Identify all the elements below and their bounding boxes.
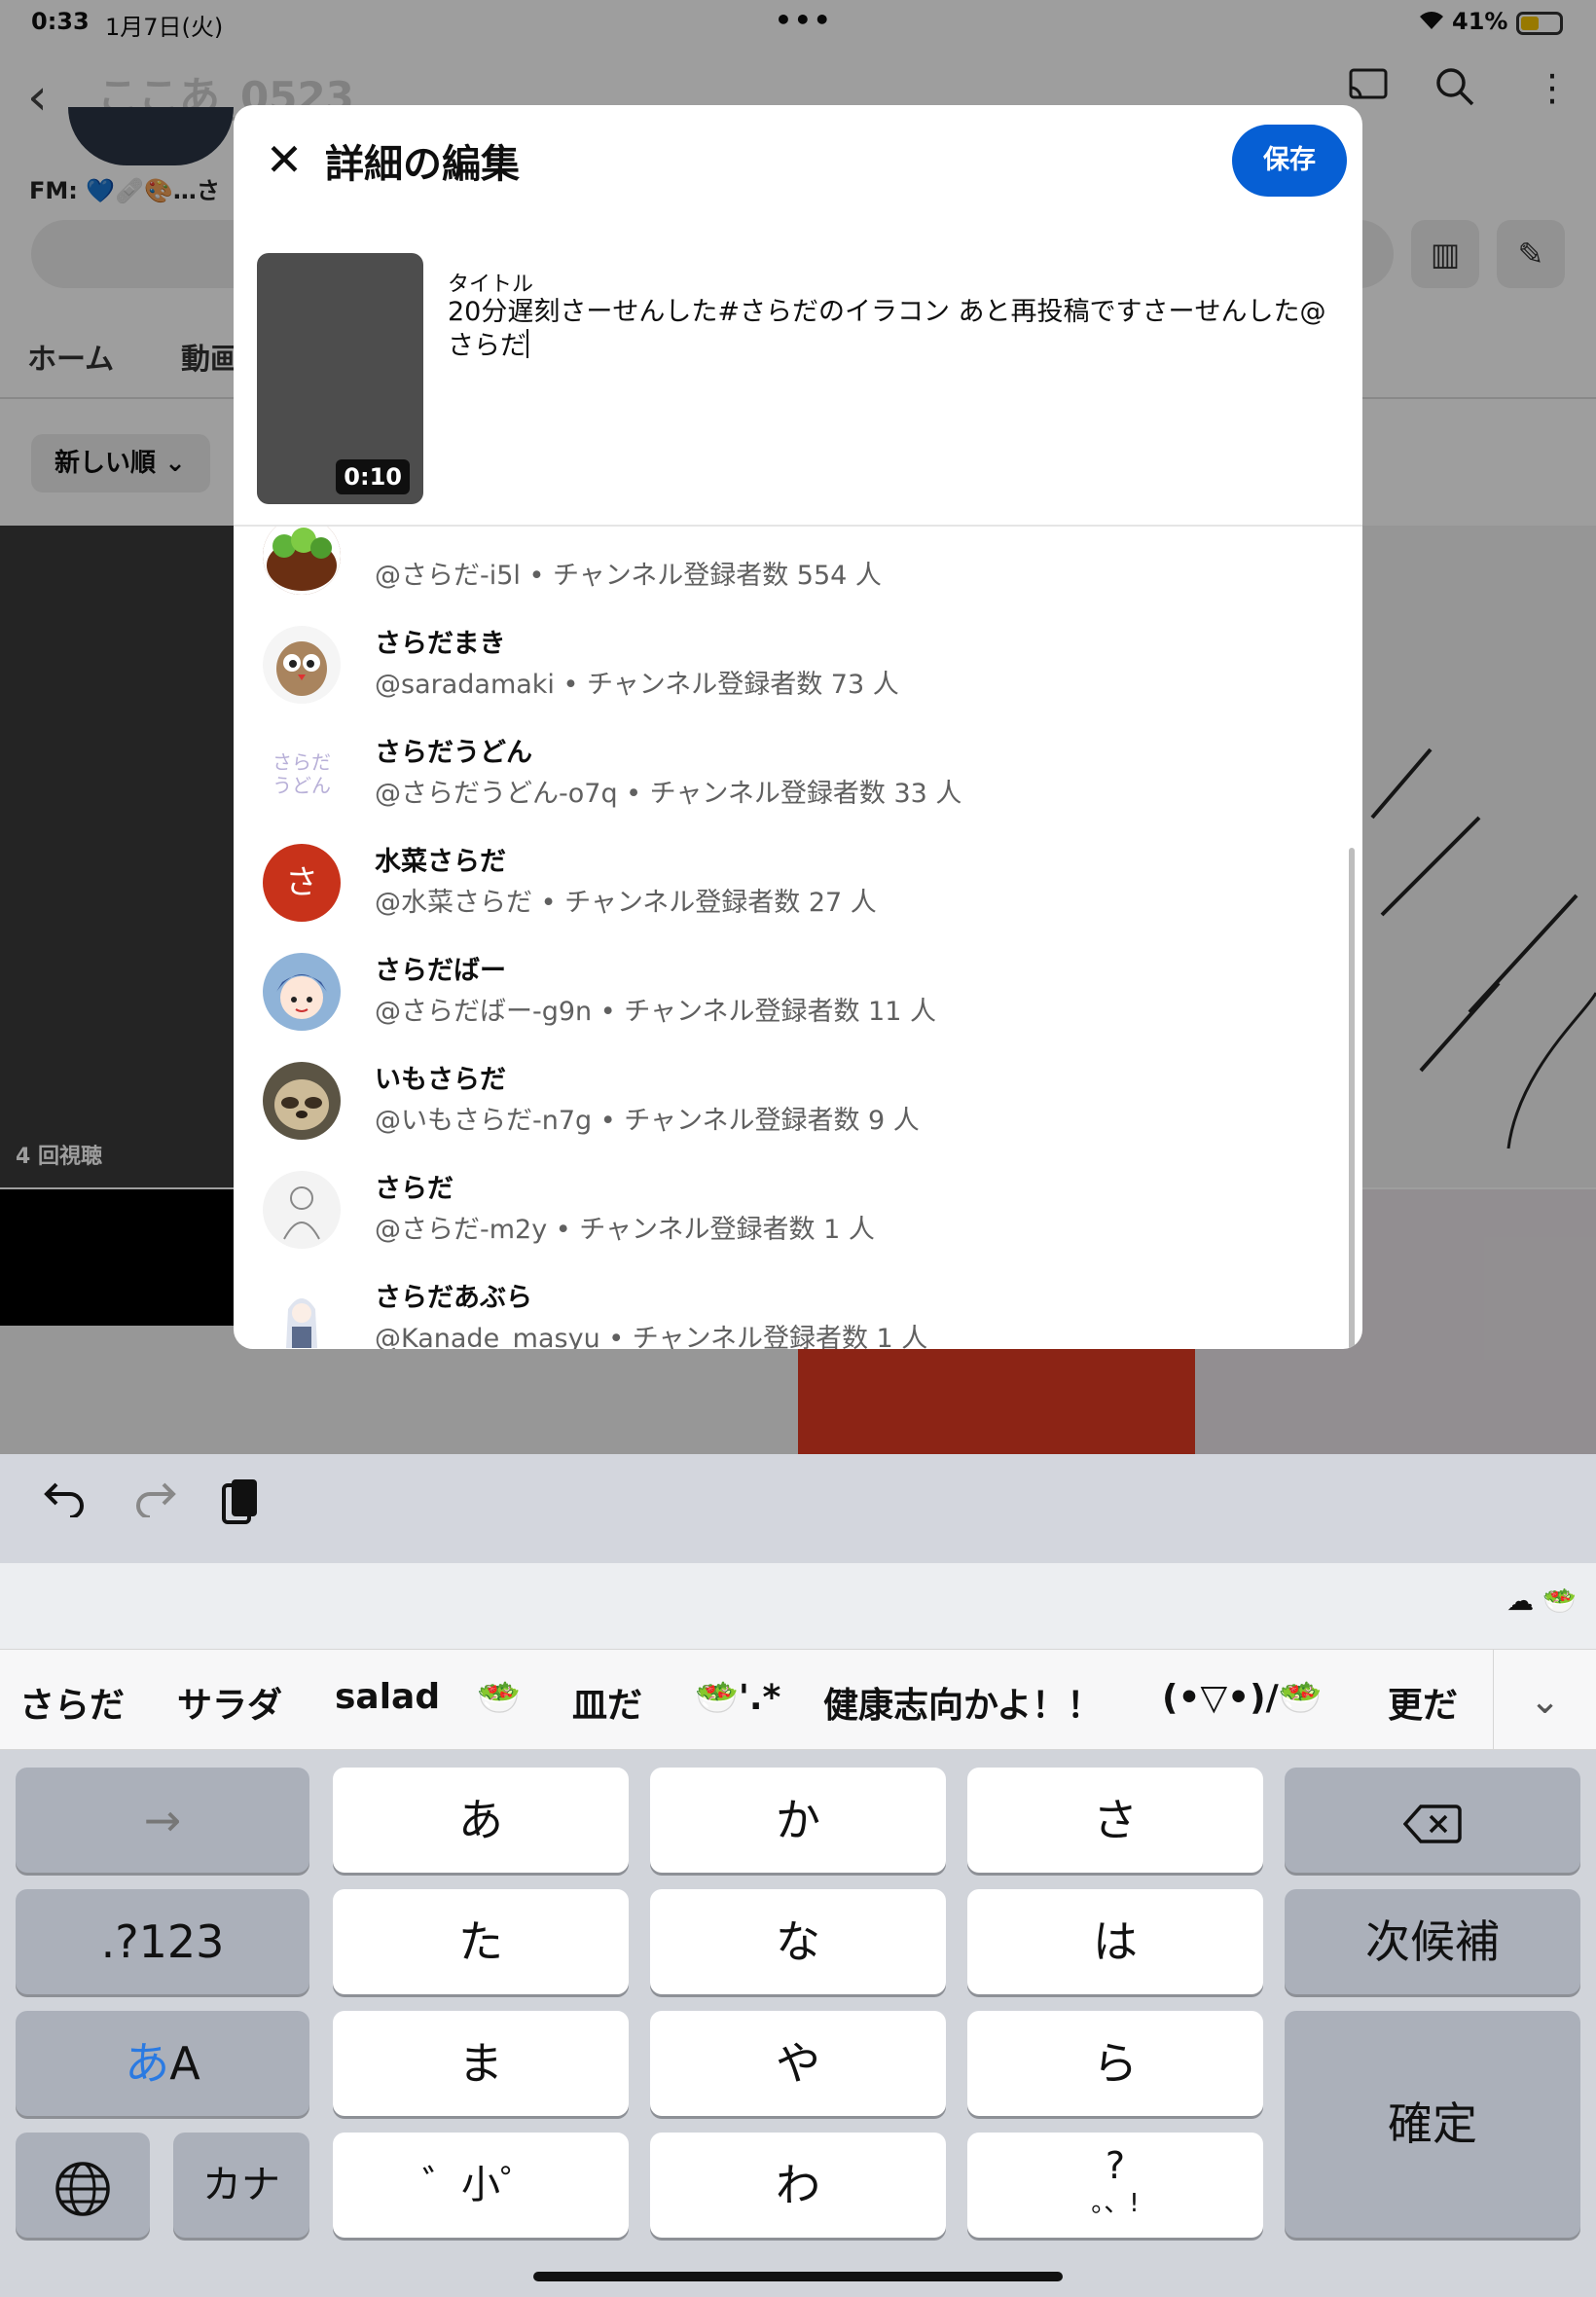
keyboard-toolbar [0,1454,1596,1563]
suggestion-name: さらだまき [375,629,506,659]
mention-suggestion[interactable]: さらだ うどん さらだうどん @さらだうどん-o7q • チャンネル登録者数 3… [234,723,1362,832]
key-kana[interactable]: カナ [173,2133,309,2238]
suggestion-scrollbar[interactable] [1349,848,1355,1349]
key-na[interactable]: な [650,1889,946,1994]
key-a[interactable]: あ [333,1768,629,1873]
suggestion-handle: @さらだ-i5l • チャンネル登録者数 554 人 [375,561,882,591]
key-confirm[interactable]: 確定 [1285,2011,1580,2238]
mention-suggestion[interactable]: @さらだ-i5l • チャンネル登録者数 554 人 [234,527,1362,614]
candidate[interactable]: さらだ [19,1677,125,1728]
mention-suggestion[interactable]: さらだばー @さらだばー-g9n • チャンネル登録者数 11 人 [234,941,1362,1050]
suggestion-handle: @水菜さらだ • チャンネル登録者数 27 人 [375,888,877,918]
redo-icon[interactable] [132,1476,177,1528]
owl-avatar-icon [263,626,341,704]
suggestion-name: さらだうどん [375,738,532,768]
key-sa[interactable]: さ [967,1768,1263,1873]
punct-top: ? [1105,2144,1126,2187]
text-avatar: さらだ うどん [263,735,341,813]
punct-bottom: 。、! [1091,2189,1140,2218]
suggestion-handle: @saradamaki • チャンネル登録者数 73 人 [375,670,899,700]
key-wa[interactable]: わ [650,2133,946,2238]
suggestion-name: いもさらだ [375,1065,506,1095]
candidate[interactable]: 🥗'.* [695,1677,780,1718]
save-button[interactable]: 保存 [1232,125,1347,197]
key-input-mode[interactable]: あA [16,2011,309,2116]
candidate[interactable]: 皿だ [572,1677,642,1728]
keyboard-keys: → あ か さ .?123 た な は 次候補 あA ま や ら 確定 カナ ゛… [0,1750,1596,2297]
suggestion-name: さらだ [375,1174,453,1204]
mention-suggestion[interactable]: さらだまき @saradamaki • チャンネル登録者数 73 人 [234,614,1362,723]
suggestion-handle: @さらだばー-g9n • チャンネル登録者数 11 人 [375,997,936,1027]
backspace-key[interactable] [1285,1768,1580,1873]
key-numbers[interactable]: .?123 [16,1889,309,1994]
key-ta[interactable]: た [333,1889,629,1994]
keyboard-emoji-strip: ☁ 🥗 [0,1563,1596,1649]
mention-suggestion[interactable]: さらだあぶら @Kanade_masyu • チャンネル登録者数 1 人 [234,1268,1362,1349]
candidate-bar: さらだ サラダ salad 🥗 皿だ 🥗'.* 健康志向かよ！！ (•▽•)/🥗… [0,1649,1596,1751]
key-ha[interactable]: は [967,1889,1263,1994]
suggestion-handle: @さらだうどん-o7q • チャンネル登録者数 33 人 [375,779,962,809]
edit-details-dialog: ✕ 詳細の編集 保存 0:10 タイトル 20分遅刻さーせんした#さらだのイラコ… [234,105,1362,1349]
home-indicator[interactable] [533,2272,1063,2281]
suggestion-name: さらだあぶら [375,1283,532,1313]
suggestion-handle: @さらだ-m2y • チャンネル登録者数 1 人 [375,1215,875,1245]
key-next-candidate[interactable]: 次候補 [1285,1889,1580,1994]
close-icon[interactable]: ✕ [255,130,313,189]
suggestion-name: 水菜さらだ [375,847,506,877]
undo-icon[interactable] [43,1476,88,1528]
suggestion-name: さらだばー [375,956,506,986]
title-field-label: タイトル [448,273,534,297]
mode-hiragana-label: あ [125,2037,170,2090]
title-input-value: 20分遅刻さーせんした#さらだのイラコン あと再投稿ですさーせんした@さらだ [448,297,1326,361]
letter-avatar: さ [263,844,341,922]
mention-suggestion-list: @さらだ-i5l • チャンネル登録者数 554 人 さらだまき @sarada… [234,527,1362,1349]
candidate[interactable]: 健康志向かよ！！ [823,1677,1102,1728]
key-ma[interactable]: ま [333,2011,629,2116]
mention-suggestion[interactable]: さらだ @さらだ-m2y • チャンネル登録者数 1 人 [234,1159,1362,1268]
suggestion-handle: @Kanade_masyu • チャンネル登録者数 1 人 [375,1324,928,1349]
key-ya[interactable]: や [650,2011,946,2116]
candidate[interactable]: サラダ [177,1677,282,1728]
anime-avatar-icon [263,953,341,1031]
dialog-title: 詳細の編集 [325,142,520,187]
chevron-down-icon[interactable]: ⌄ [1493,1650,1596,1751]
salad-decoration-icon: ☁ 🥗 [1506,1585,1577,1617]
candidate[interactable]: 🥗 [477,1677,521,1718]
key-ka[interactable]: か [650,1768,946,1873]
candidate[interactable]: salad [335,1677,440,1717]
salad-avatar-icon [263,527,341,595]
mention-suggestion[interactable]: いもさらだ @いもさらだ-n7g • チャンネル登録者数 9 人 [234,1050,1362,1159]
globe-icon[interactable] [16,2133,150,2238]
character-avatar-icon [263,1280,341,1349]
video-thumbnail: 0:10 [257,253,423,504]
video-duration: 0:10 [336,459,410,494]
mode-latin-label: A [169,2037,200,2090]
paste-icon[interactable] [220,1476,261,1537]
title-input[interactable]: 20分遅刻さーせんした#さらだのイラコン あと再投稿ですさーせんした@さらだ [448,296,1343,363]
key-punctuation[interactable]: ? 。、! [967,2133,1263,2238]
candidate[interactable]: 更だ [1388,1677,1458,1728]
candidate[interactable]: (•▽•)/🥗 [1162,1677,1323,1718]
key-ra[interactable]: ら [967,2011,1263,2116]
sketch-avatar-icon [263,1171,341,1249]
key-arrow[interactable]: → [16,1768,309,1873]
sloth-avatar-icon [263,1062,341,1140]
key-dakuten[interactable]: ゛小゜ [333,2133,629,2238]
suggestion-handle: @いもさらだ-n7g • チャンネル登録者数 9 人 [375,1106,920,1136]
text-caret [526,329,528,358]
mention-suggestion[interactable]: さ 水菜さらだ @水菜さらだ • チャンネル登録者数 27 人 [234,832,1362,941]
